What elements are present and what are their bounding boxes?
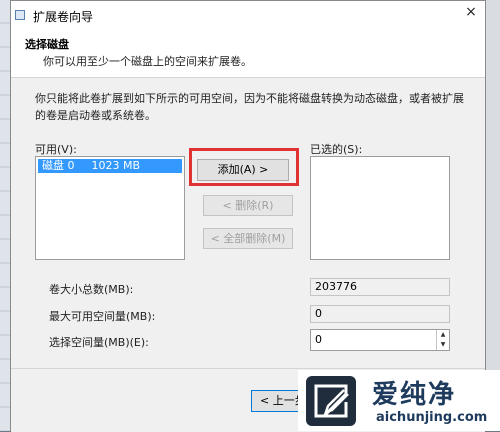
watermark-brand: 爱纯净 bbox=[372, 380, 457, 410]
window-title: 扩展卷向导 bbox=[33, 10, 94, 24]
spinner-buttons: ▲ ▼ bbox=[436, 330, 449, 350]
watermark-url: aichunjing.com bbox=[376, 410, 488, 425]
remove-button[interactable]: < 删除(R) bbox=[203, 195, 293, 216]
close-icon[interactable]: × bbox=[463, 3, 479, 21]
total-size-field: 203776 bbox=[310, 278, 450, 296]
extend-volume-wizard-window: 扩展卷向导 × 选择磁盘 你可以用至少一个磁盘上的空间来扩展卷。 你只能将此卷扩… bbox=[10, 0, 486, 432]
background-right bbox=[486, 0, 500, 431]
max-space-field: 0 bbox=[310, 305, 450, 323]
disk-name: 磁盘 0 bbox=[42, 159, 75, 172]
select-space-value: 0 bbox=[315, 333, 322, 346]
watermark: 爱纯净 aichunjing.com bbox=[298, 370, 500, 431]
page-title: 选择磁盘 bbox=[25, 38, 69, 51]
list-item[interactable]: 磁盘 0 1023 MB bbox=[38, 159, 182, 173]
page-subtitle: 你可以用至少一个磁盘上的空间来扩展卷。 bbox=[43, 55, 252, 68]
select-space-label: 选择空间量(MB)(E): bbox=[49, 336, 149, 349]
available-label: 可用(V): bbox=[35, 143, 77, 156]
disk-size: 1023 MB bbox=[91, 159, 141, 172]
footer-divider bbox=[11, 368, 485, 369]
wizard-app-icon bbox=[15, 10, 25, 20]
description-text: 你只能将此卷扩展到如下所示的可用空间，因为不能将磁盘转换为动态磁盘，或者被扩展的… bbox=[35, 92, 464, 122]
spin-up-icon[interactable]: ▲ bbox=[437, 330, 449, 340]
title-bar[interactable]: 扩展卷向导 × bbox=[11, 1, 485, 31]
remove-all-button[interactable]: < 全部删除(M) bbox=[203, 228, 293, 249]
selected-label: 已选的(S): bbox=[310, 143, 363, 156]
background-window-strip bbox=[0, 0, 10, 431]
wizard-header: 选择磁盘 你可以用至少一个磁盘上的空间来扩展卷。 bbox=[11, 31, 485, 78]
selected-disks-list[interactable] bbox=[310, 156, 450, 260]
max-space-label: 最大可用空间量(MB): bbox=[49, 310, 156, 323]
available-disks-list[interactable]: 磁盘 0 1023 MB bbox=[35, 156, 185, 260]
spin-down-icon[interactable]: ▼ bbox=[437, 340, 449, 350]
watermark-logo-icon bbox=[306, 376, 356, 426]
add-button[interactable]: 添加(A) > bbox=[197, 159, 289, 181]
total-size-label: 卷大小总数(MB): bbox=[49, 283, 134, 296]
select-space-stepper[interactable]: 0 ▲ ▼ bbox=[310, 329, 450, 351]
